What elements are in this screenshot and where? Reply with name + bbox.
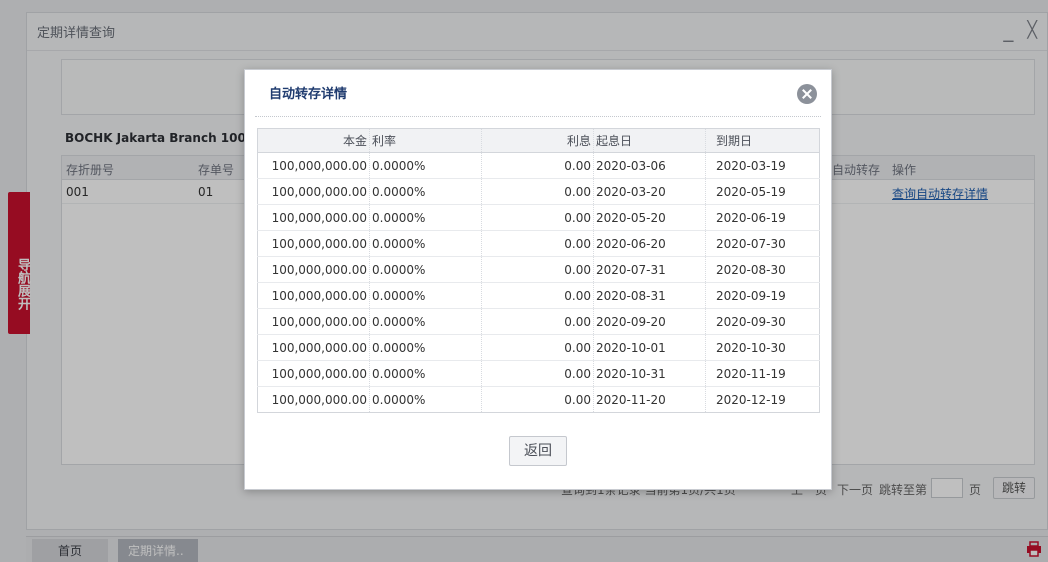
end-date-cell: 2020-03-19 <box>705 152 820 179</box>
table-row: 100,000,000.00 0.0000% 0.00 2020-06-20 2… <box>257 230 820 257</box>
start-date-cell: 2020-10-01 <box>593 334 706 361</box>
start-date-cell: 2020-03-06 <box>593 152 706 179</box>
interest-cell: 0.00 <box>481 308 594 335</box>
table-row: 100,000,000.00 0.0000% 0.00 2020-03-06 2… <box>257 152 820 179</box>
interest-cell: 0.00 <box>481 334 594 361</box>
col-start-date: 起息日 <box>593 128 706 153</box>
end-date-cell: 2020-08-30 <box>705 256 820 283</box>
amount-cell: 100,000,000.00 <box>257 230 370 257</box>
start-date-cell: 2020-11-20 <box>593 386 706 413</box>
dialog-divider <box>255 116 821 117</box>
rate-cell: 0.0000% <box>369 386 482 413</box>
interest-cell: 0.00 <box>481 178 594 205</box>
table-row: 100,000,000.00 0.0000% 0.00 2020-08-31 2… <box>257 282 820 309</box>
table-row: 100,000,000.00 0.0000% 0.00 2020-10-01 2… <box>257 334 820 361</box>
start-date-cell: 2020-05-20 <box>593 204 706 231</box>
amount-cell: 100,000,000.00 <box>257 256 370 283</box>
interest-cell: 0.00 <box>481 256 594 283</box>
interest-cell: 0.00 <box>481 360 594 387</box>
table-row: 100,000,000.00 0.0000% 0.00 2020-05-20 2… <box>257 204 820 231</box>
start-date-cell: 2020-08-31 <box>593 282 706 309</box>
end-date-cell: 2020-11-19 <box>705 360 820 387</box>
rate-cell: 0.0000% <box>369 178 482 205</box>
end-date-cell: 2020-09-19 <box>705 282 820 309</box>
interest-cell: 0.00 <box>481 230 594 257</box>
rate-cell: 0.0000% <box>369 152 482 179</box>
amount-cell: 100,000,000.00 <box>257 178 370 205</box>
start-date-cell: 2020-09-20 <box>593 308 706 335</box>
col-interest: 利息 <box>481 128 594 153</box>
table-row: 100,000,000.00 0.0000% 0.00 2020-11-20 2… <box>257 386 820 413</box>
amount-cell: 100,000,000.00 <box>257 282 370 309</box>
table-row: 100,000,000.00 0.0000% 0.00 2020-03-20 2… <box>257 178 820 205</box>
close-circle-icon[interactable] <box>797 84 817 104</box>
interest-cell: 0.00 <box>481 282 594 309</box>
amount-cell: 100,000,000.00 <box>257 204 370 231</box>
col-amount: 本金 <box>257 128 370 153</box>
interest-cell: 0.00 <box>481 386 594 413</box>
dialog-title: 自动转存详情 <box>269 87 348 102</box>
amount-cell: 100,000,000.00 <box>257 308 370 335</box>
rate-cell: 0.0000% <box>369 308 482 335</box>
amount-cell: 100,000,000.00 <box>257 386 370 413</box>
table-row: 100,000,000.00 0.0000% 0.00 2020-10-31 2… <box>257 360 820 387</box>
amount-cell: 100,000,000.00 <box>257 360 370 387</box>
end-date-cell: 2020-10-30 <box>705 334 820 361</box>
rate-cell: 0.0000% <box>369 282 482 309</box>
rate-cell: 0.0000% <box>369 230 482 257</box>
start-date-cell: 2020-10-31 <box>593 360 706 387</box>
back-button[interactable]: 返回 <box>509 436 567 466</box>
table-row: 100,000,000.00 0.0000% 0.00 2020-07-31 2… <box>257 256 820 283</box>
amount-cell: 100,000,000.00 <box>257 152 370 179</box>
start-date-cell: 2020-06-20 <box>593 230 706 257</box>
rate-cell: 0.0000% <box>369 334 482 361</box>
end-date-cell: 2020-12-19 <box>716 392 786 407</box>
rate-cell: 0.0000% <box>369 256 482 283</box>
start-date-cell: 2020-03-20 <box>593 178 706 205</box>
amount-cell: 100,000,000.00 <box>257 334 370 361</box>
rate-cell: 0.0000% <box>369 360 482 387</box>
interest-cell: 0.00 <box>481 204 594 231</box>
rollover-detail-table: 本金 利率 利息 起息日 到期日 100,000,000.00 0.0000% … <box>257 128 820 413</box>
auto-rollover-detail-dialog: 自动转存详情 本金 利率 利息 起息日 到期日 100,000,000.00 0… <box>244 69 832 490</box>
end-date-cell: 2020-06-19 <box>705 204 820 231</box>
end-date-cell: 2020-09-30 <box>705 308 820 335</box>
rate-cell: 0.0000% <box>369 204 482 231</box>
end-date-cell: 2020-05-19 <box>705 178 820 205</box>
col-rate: 利率 <box>369 128 482 153</box>
start-date-cell: 2020-07-31 <box>593 256 706 283</box>
table-header-row: 本金 利率 利息 起息日 到期日 <box>257 128 820 153</box>
interest-cell: 0.00 <box>481 152 594 179</box>
col-end-date: 到期日 <box>705 128 820 153</box>
end-date-cell: 2020-07-30 <box>705 230 820 257</box>
table-row: 100,000,000.00 0.0000% 0.00 2020-09-20 2… <box>257 308 820 335</box>
